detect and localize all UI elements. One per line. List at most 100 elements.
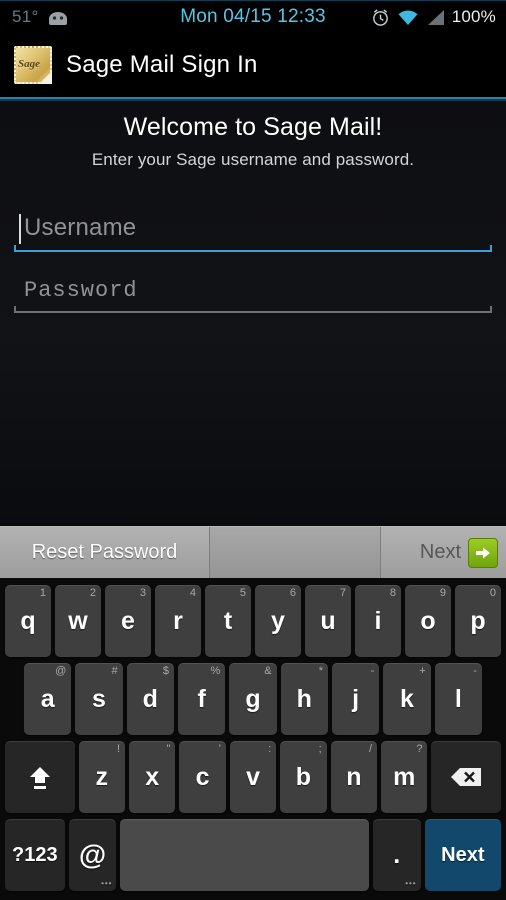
key-r[interactable]: 4r	[155, 585, 201, 657]
green-arrow-right-icon	[468, 537, 498, 568]
key-o-label: o	[420, 606, 436, 635]
period-key-label: .	[393, 840, 401, 869]
next-action-button[interactable]: Next	[381, 527, 506, 578]
reset-password-button[interactable]: Reset Password	[0, 527, 210, 578]
keyboard-suggestion-bar[interactable]: Reset Password Next	[0, 526, 506, 578]
key-u-hint: 7	[339, 587, 346, 599]
key-v-label: v	[246, 762, 260, 791]
key-n[interactable]: / n	[330, 741, 378, 813]
key-p-label: p	[470, 606, 486, 635]
key-k-hint: +	[419, 665, 426, 677]
key-i-hint: 8	[389, 587, 396, 599]
key-k[interactable]: + k	[383, 663, 431, 735]
keyboard-row-1: 1q 2w 3e 4r 5t 6y 7u 8i 9o 0p	[2, 582, 504, 660]
key-v[interactable]: :v	[229, 741, 277, 813]
space-key[interactable]	[120, 819, 369, 891]
keyboard-row-2: @ a # s $ d % f & g * h -j + k -l	[2, 660, 504, 738]
key-w[interactable]: 2w	[55, 585, 101, 657]
key-x[interactable]: " x	[129, 741, 176, 813]
key-f[interactable]: % f	[177, 663, 226, 735]
key-m-hint: ?	[416, 743, 423, 755]
key-s[interactable]: # s	[75, 663, 123, 735]
key-p-hint: 0	[489, 587, 496, 599]
key-l-label: l	[454, 684, 462, 713]
status-bar[interactable]: 51° Mon 04/15 12:33 100%	[0, 0, 506, 33]
key-b[interactable]: ; b	[280, 741, 327, 813]
sage-stamp-icon[interactable]: Sage	[14, 46, 52, 84]
password-field[interactable]: Password	[14, 274, 492, 313]
alarm-clock-icon	[371, 8, 390, 27]
shift-key[interactable]	[5, 741, 75, 813]
backspace-key[interactable]	[431, 741, 502, 813]
android-head-icon	[47, 10, 69, 25]
key-q[interactable]: 1q	[5, 585, 51, 657]
key-m-label: m	[393, 762, 416, 791]
welcome-heading: Welcome to Sage Mail!	[123, 113, 383, 141]
key-i-label: i	[374, 606, 382, 635]
key-w-hint: 2	[89, 587, 96, 599]
key-a-label: a	[40, 684, 55, 713]
battery-percent-label: 100%	[451, 7, 496, 26]
key-n-label: n	[346, 762, 362, 791]
key-r-hint: 4	[189, 587, 196, 599]
key-d-hint: $	[162, 665, 169, 677]
backspace-key-icon	[449, 766, 483, 788]
key-c[interactable]: ' c	[179, 741, 226, 813]
keyboard-row-3: ! z " x ' c :v ; b / n ? m	[2, 738, 504, 816]
key-g[interactable]: & g	[229, 663, 277, 735]
key-h-label: h	[296, 684, 312, 713]
username-input[interactable]: Username	[14, 210, 492, 250]
suggestion-empty-slot[interactable]	[210, 527, 381, 578]
key-b-label: b	[295, 762, 312, 791]
keyboard-row-4: ?123 @ ••• . ••• Next	[2, 816, 504, 894]
key-d[interactable]: $ d	[126, 663, 174, 735]
welcome-subtitle: Enter your Sage username and password.	[91, 150, 415, 169]
key-p[interactable]: 0p	[455, 585, 501, 657]
at-key[interactable]: @ •••	[68, 819, 117, 891]
enter-next-label: Next	[441, 843, 485, 866]
soft-keyboard[interactable]: Reset Password Next 1q 2w 3e 4r 5t 6y 7u	[0, 526, 506, 900]
shift-key-icon	[25, 762, 55, 792]
wifi-icon	[397, 9, 419, 26]
key-l-hint: -	[473, 665, 477, 677]
key-h[interactable]: * h	[280, 663, 328, 735]
symbols-key[interactable]: ?123	[5, 819, 65, 891]
key-o[interactable]: 9o	[405, 585, 451, 657]
key-d-label: d	[142, 684, 158, 713]
key-k-label: k	[400, 684, 414, 713]
password-input[interactable]: Password	[14, 274, 492, 311]
key-y[interactable]: 6y	[255, 585, 301, 657]
key-t[interactable]: 5t	[205, 585, 251, 657]
key-g-hint: &	[264, 665, 272, 677]
key-u[interactable]: 7u	[305, 585, 351, 657]
key-q-hint: 1	[39, 587, 46, 599]
key-a[interactable]: @ a	[24, 663, 72, 735]
key-z-label: z	[95, 762, 109, 791]
key-c-hint: '	[218, 743, 221, 755]
symbols-key-label: ?123	[12, 843, 58, 866]
key-l[interactable]: -l	[434, 663, 482, 735]
temperature-label: 51°	[12, 7, 39, 26]
key-j[interactable]: -j	[331, 663, 380, 735]
key-o-hint: 9	[439, 587, 446, 599]
key-v-hint: :	[268, 743, 272, 755]
key-y-label: y	[271, 606, 285, 635]
key-x-hint: "	[166, 743, 171, 755]
key-z-hint: !	[116, 743, 120, 755]
key-g-label: g	[245, 684, 261, 713]
key-f-label: f	[197, 684, 206, 713]
enter-next-key[interactable]: Next	[424, 819, 502, 891]
key-w-label: w	[68, 606, 88, 635]
key-s-label: s	[92, 684, 106, 713]
status-clock: Mon 04/15 12:33	[180, 6, 326, 27]
key-t-label: t	[223, 606, 233, 635]
app-action-bar[interactable]: Sage Sage Mail Sign In	[0, 33, 506, 101]
key-t-hint: 5	[239, 587, 246, 599]
key-z[interactable]: ! z	[78, 741, 125, 813]
username-field[interactable]: Username	[14, 210, 492, 252]
key-m[interactable]: ? m	[381, 741, 428, 813]
period-key[interactable]: . •••	[372, 819, 421, 891]
key-i[interactable]: 8i	[355, 585, 401, 657]
key-e[interactable]: 3e	[105, 585, 151, 657]
stamp-fold	[39, 71, 52, 84]
